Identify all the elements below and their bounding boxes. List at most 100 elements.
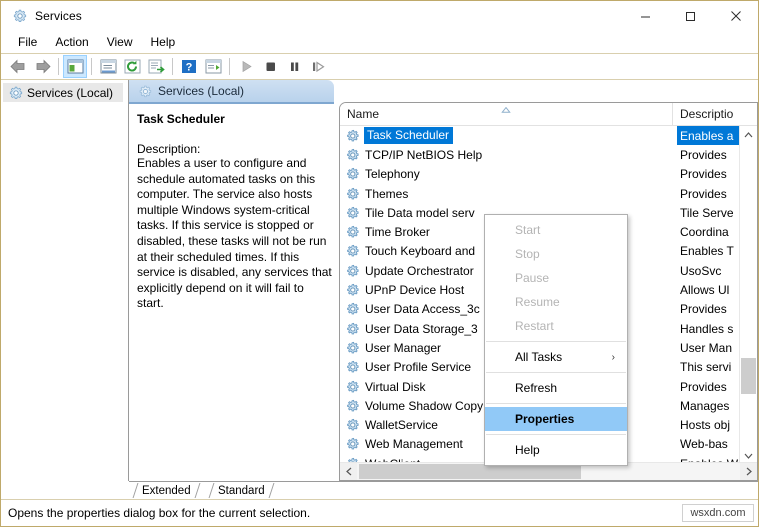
forward-icon[interactable]	[30, 55, 54, 78]
context-menu: Start Stop Pause Resume Restart All Tasks › Ref…	[484, 214, 628, 466]
context-menu-item-label: Refresh	[515, 381, 558, 395]
description-panel: Task Scheduler Description: Enables a us…	[129, 104, 341, 481]
title-bar: Services	[1, 1, 758, 31]
service-gear-icon	[347, 303, 359, 315]
tree-item-label: Services (Local)	[27, 85, 114, 100]
service-gear-icon	[347, 361, 359, 373]
toolbar: ?	[1, 53, 758, 80]
tab-extended-label: Extended	[142, 484, 191, 497]
tab-edge-right	[268, 483, 275, 498]
context-menu-item-label: Start	[515, 223, 541, 237]
services-gear-icon	[9, 86, 23, 99]
toolbar-separator	[172, 58, 173, 75]
start-service-icon[interactable]	[234, 55, 258, 78]
scroll-up-icon[interactable]	[740, 126, 757, 143]
context-menu-all-tasks[interactable]: All Tasks ›	[485, 345, 627, 369]
column-header-description[interactable]: Descriptio	[673, 103, 757, 125]
services-gear-icon	[139, 85, 152, 97]
context-menu-separator	[486, 372, 626, 373]
tab-edge-left	[132, 483, 139, 498]
service-name: TCP/IP NetBIOS Help	[365, 147, 483, 162]
tab-edge-left	[208, 483, 215, 498]
status-bar: Opens the properties dialog box for the …	[1, 499, 758, 526]
context-menu-item-label: Help	[515, 443, 540, 457]
context-menu-help[interactable]: Help	[485, 438, 627, 462]
context-menu-pause: Pause	[485, 266, 627, 290]
window-controls	[623, 1, 758, 31]
service-gear-icon	[347, 438, 359, 450]
pane-header-tab[interactable]: Services (Local)	[129, 80, 334, 102]
context-menu-item-label: Restart	[515, 319, 554, 333]
service-gear-icon	[347, 129, 359, 141]
service-gear-icon	[347, 187, 359, 199]
scroll-right-icon[interactable]	[740, 463, 757, 480]
restart-service-icon[interactable]	[306, 55, 330, 78]
submenu-chevron-icon: ›	[611, 351, 615, 363]
service-gear-icon	[347, 399, 359, 412]
tab-extended[interactable]: Extended	[132, 482, 201, 499]
context-menu-item-label: Stop	[515, 247, 540, 261]
detail-pane: Services (Local) Task Scheduler Descript…	[129, 80, 758, 481]
context-menu-separator	[486, 341, 626, 342]
service-gear-icon	[347, 380, 359, 392]
context-menu-separator	[486, 403, 626, 404]
context-menu-item-label: All Tasks	[515, 350, 563, 364]
context-menu-properties[interactable]: Properties	[485, 407, 627, 431]
horizontal-scroll-thumb[interactable]	[359, 464, 581, 479]
tree-item-services-local[interactable]: Services (Local)	[3, 83, 123, 102]
svg-text:?: ?	[186, 62, 193, 74]
service-gear-icon	[347, 245, 359, 257]
service-gear-icon	[347, 168, 359, 180]
menu-action[interactable]: Action	[46, 33, 97, 51]
vertical-scroll-thumb[interactable]	[741, 358, 756, 394]
service-gear-icon	[347, 264, 359, 277]
close-button[interactable]	[713, 1, 758, 31]
show-hide-action-pane-icon[interactable]	[201, 55, 225, 78]
export-list-icon[interactable]	[144, 55, 168, 78]
body-area: Services (Local) Services (Local) Task S…	[1, 80, 758, 481]
tab-edge-right	[194, 483, 201, 498]
context-menu-item-label: Properties	[515, 412, 575, 426]
context-menu-start: Start	[485, 218, 627, 242]
service-gear-icon	[347, 225, 359, 238]
tab-standard[interactable]: Standard	[208, 482, 275, 499]
list-vertical-scrollbar[interactable]	[739, 126, 757, 464]
tab-standard-label: Standard	[218, 484, 265, 497]
back-icon[interactable]	[6, 55, 30, 78]
site-watermark: wsxdn.com	[682, 504, 754, 522]
menu-view[interactable]: View	[98, 33, 142, 51]
properties-icon[interactable]	[96, 55, 120, 78]
menu-file[interactable]: File	[9, 33, 46, 51]
context-menu-item-label: Pause	[515, 271, 550, 285]
description-text: Enables a user to configure and schedule…	[137, 156, 332, 311]
maximize-button[interactable]	[668, 1, 713, 31]
column-header-name[interactable]: Name	[340, 103, 673, 125]
stop-service-icon[interactable]	[258, 55, 282, 78]
refresh-icon[interactable]	[120, 55, 144, 78]
show-hide-console-tree-icon[interactable]	[63, 55, 87, 78]
service-gear-icon	[347, 148, 359, 161]
pane-tab-label: Services (Local)	[158, 84, 245, 98]
services-gear-icon	[13, 9, 27, 22]
window-title: Services	[35, 9, 82, 23]
pause-service-icon[interactable]	[282, 55, 306, 78]
menu-help[interactable]: Help	[142, 33, 185, 51]
column-header-name-label: Name	[347, 107, 380, 121]
toolbar-separator	[229, 58, 230, 75]
services-window: Services File Action View Help ? Service…	[0, 0, 759, 527]
sort-ascending-icon	[501, 106, 511, 115]
selected-service-title: Task Scheduler	[137, 112, 225, 126]
view-tab-strip: Extended Standard	[129, 481, 758, 499]
scroll-left-icon[interactable]	[340, 463, 357, 480]
context-menu-stop: Stop	[485, 242, 627, 266]
toolbar-separator	[91, 58, 92, 75]
toolbar-separator	[58, 58, 59, 75]
context-menu-restart: Restart	[485, 314, 627, 338]
context-menu-refresh[interactable]: Refresh	[485, 376, 627, 400]
service-name: Themes	[365, 186, 409, 201]
help-icon[interactable]: ?	[177, 55, 201, 78]
service-name: Telephony	[365, 167, 420, 182]
description-label: Description:	[137, 142, 201, 156]
service-gear-icon	[347, 341, 359, 354]
minimize-button[interactable]	[623, 1, 668, 31]
